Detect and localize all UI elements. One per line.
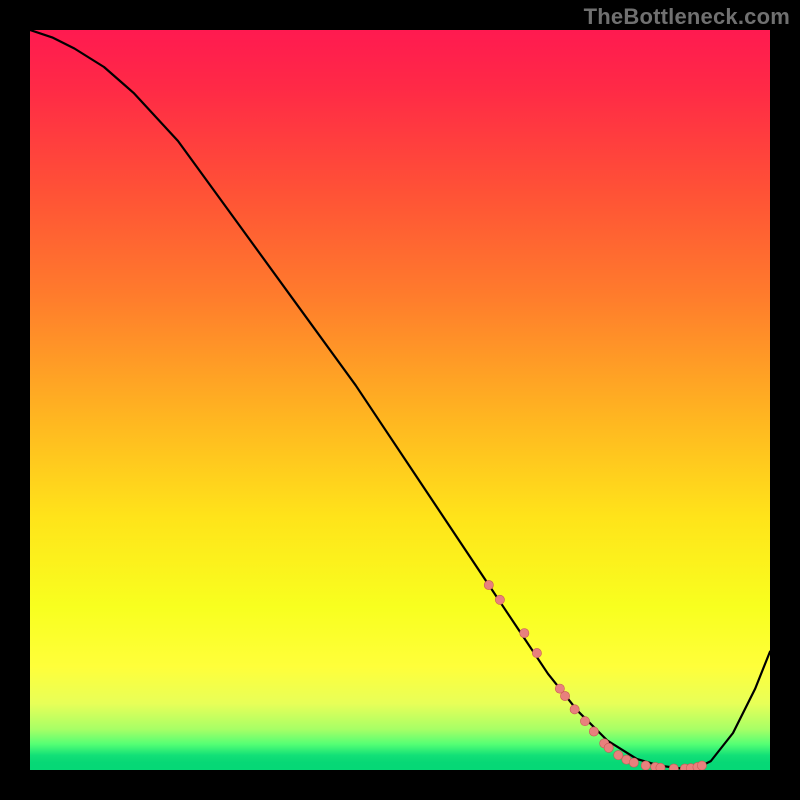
chart-overlay (30, 30, 770, 770)
marker-dot (641, 761, 650, 770)
marker-dot (495, 595, 504, 604)
marker-dot (520, 629, 529, 638)
marker-dot (604, 743, 613, 752)
watermark-text: TheBottleneck.com (584, 4, 790, 30)
marker-dot (669, 764, 678, 770)
plot-area (30, 30, 770, 770)
marker-group (484, 580, 706, 770)
marker-dot (697, 761, 706, 770)
marker-dot (560, 691, 569, 700)
marker-dot (614, 751, 623, 760)
chart-frame: TheBottleneck.com (0, 0, 800, 800)
marker-dot (589, 727, 598, 736)
marker-dot (656, 763, 665, 770)
marker-dot (570, 705, 579, 714)
marker-dot (532, 648, 541, 657)
marker-dot (629, 758, 638, 767)
curve-path (30, 30, 770, 769)
marker-dot (484, 580, 493, 589)
marker-dot (580, 717, 589, 726)
